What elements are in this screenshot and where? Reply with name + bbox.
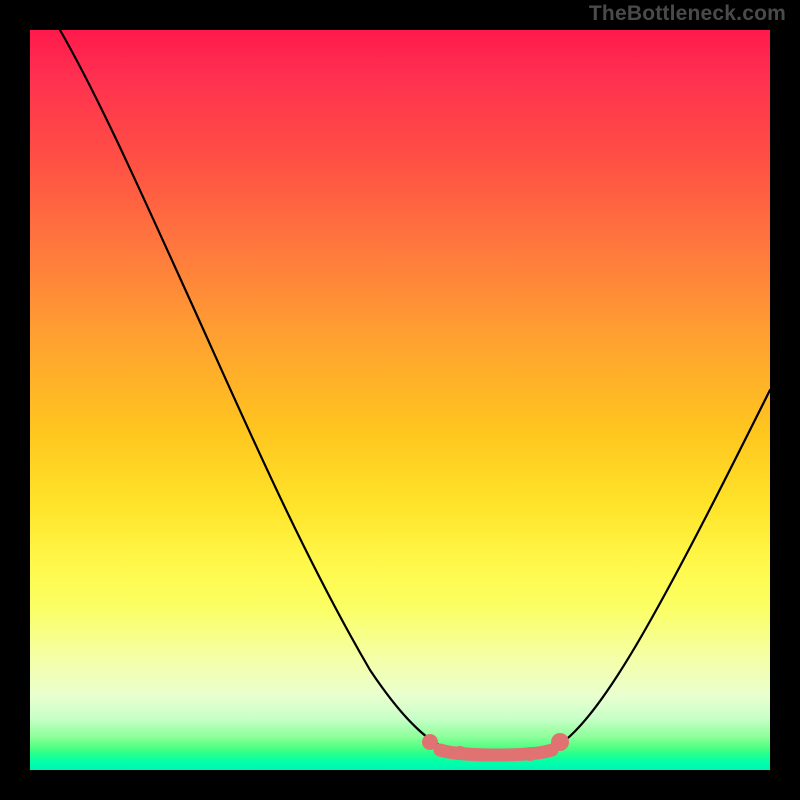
- chart-frame: TheBottleneck.com: [0, 0, 800, 800]
- bottleneck-curve: [60, 30, 770, 754]
- curve-layer: [30, 30, 770, 770]
- plot-area: [30, 30, 770, 770]
- watermark-text: TheBottleneck.com: [589, 2, 786, 26]
- highlight-dot-mid1: [453, 746, 467, 760]
- highlight-dot-right: [551, 733, 569, 751]
- highlight-dot-mid2: [523, 747, 537, 761]
